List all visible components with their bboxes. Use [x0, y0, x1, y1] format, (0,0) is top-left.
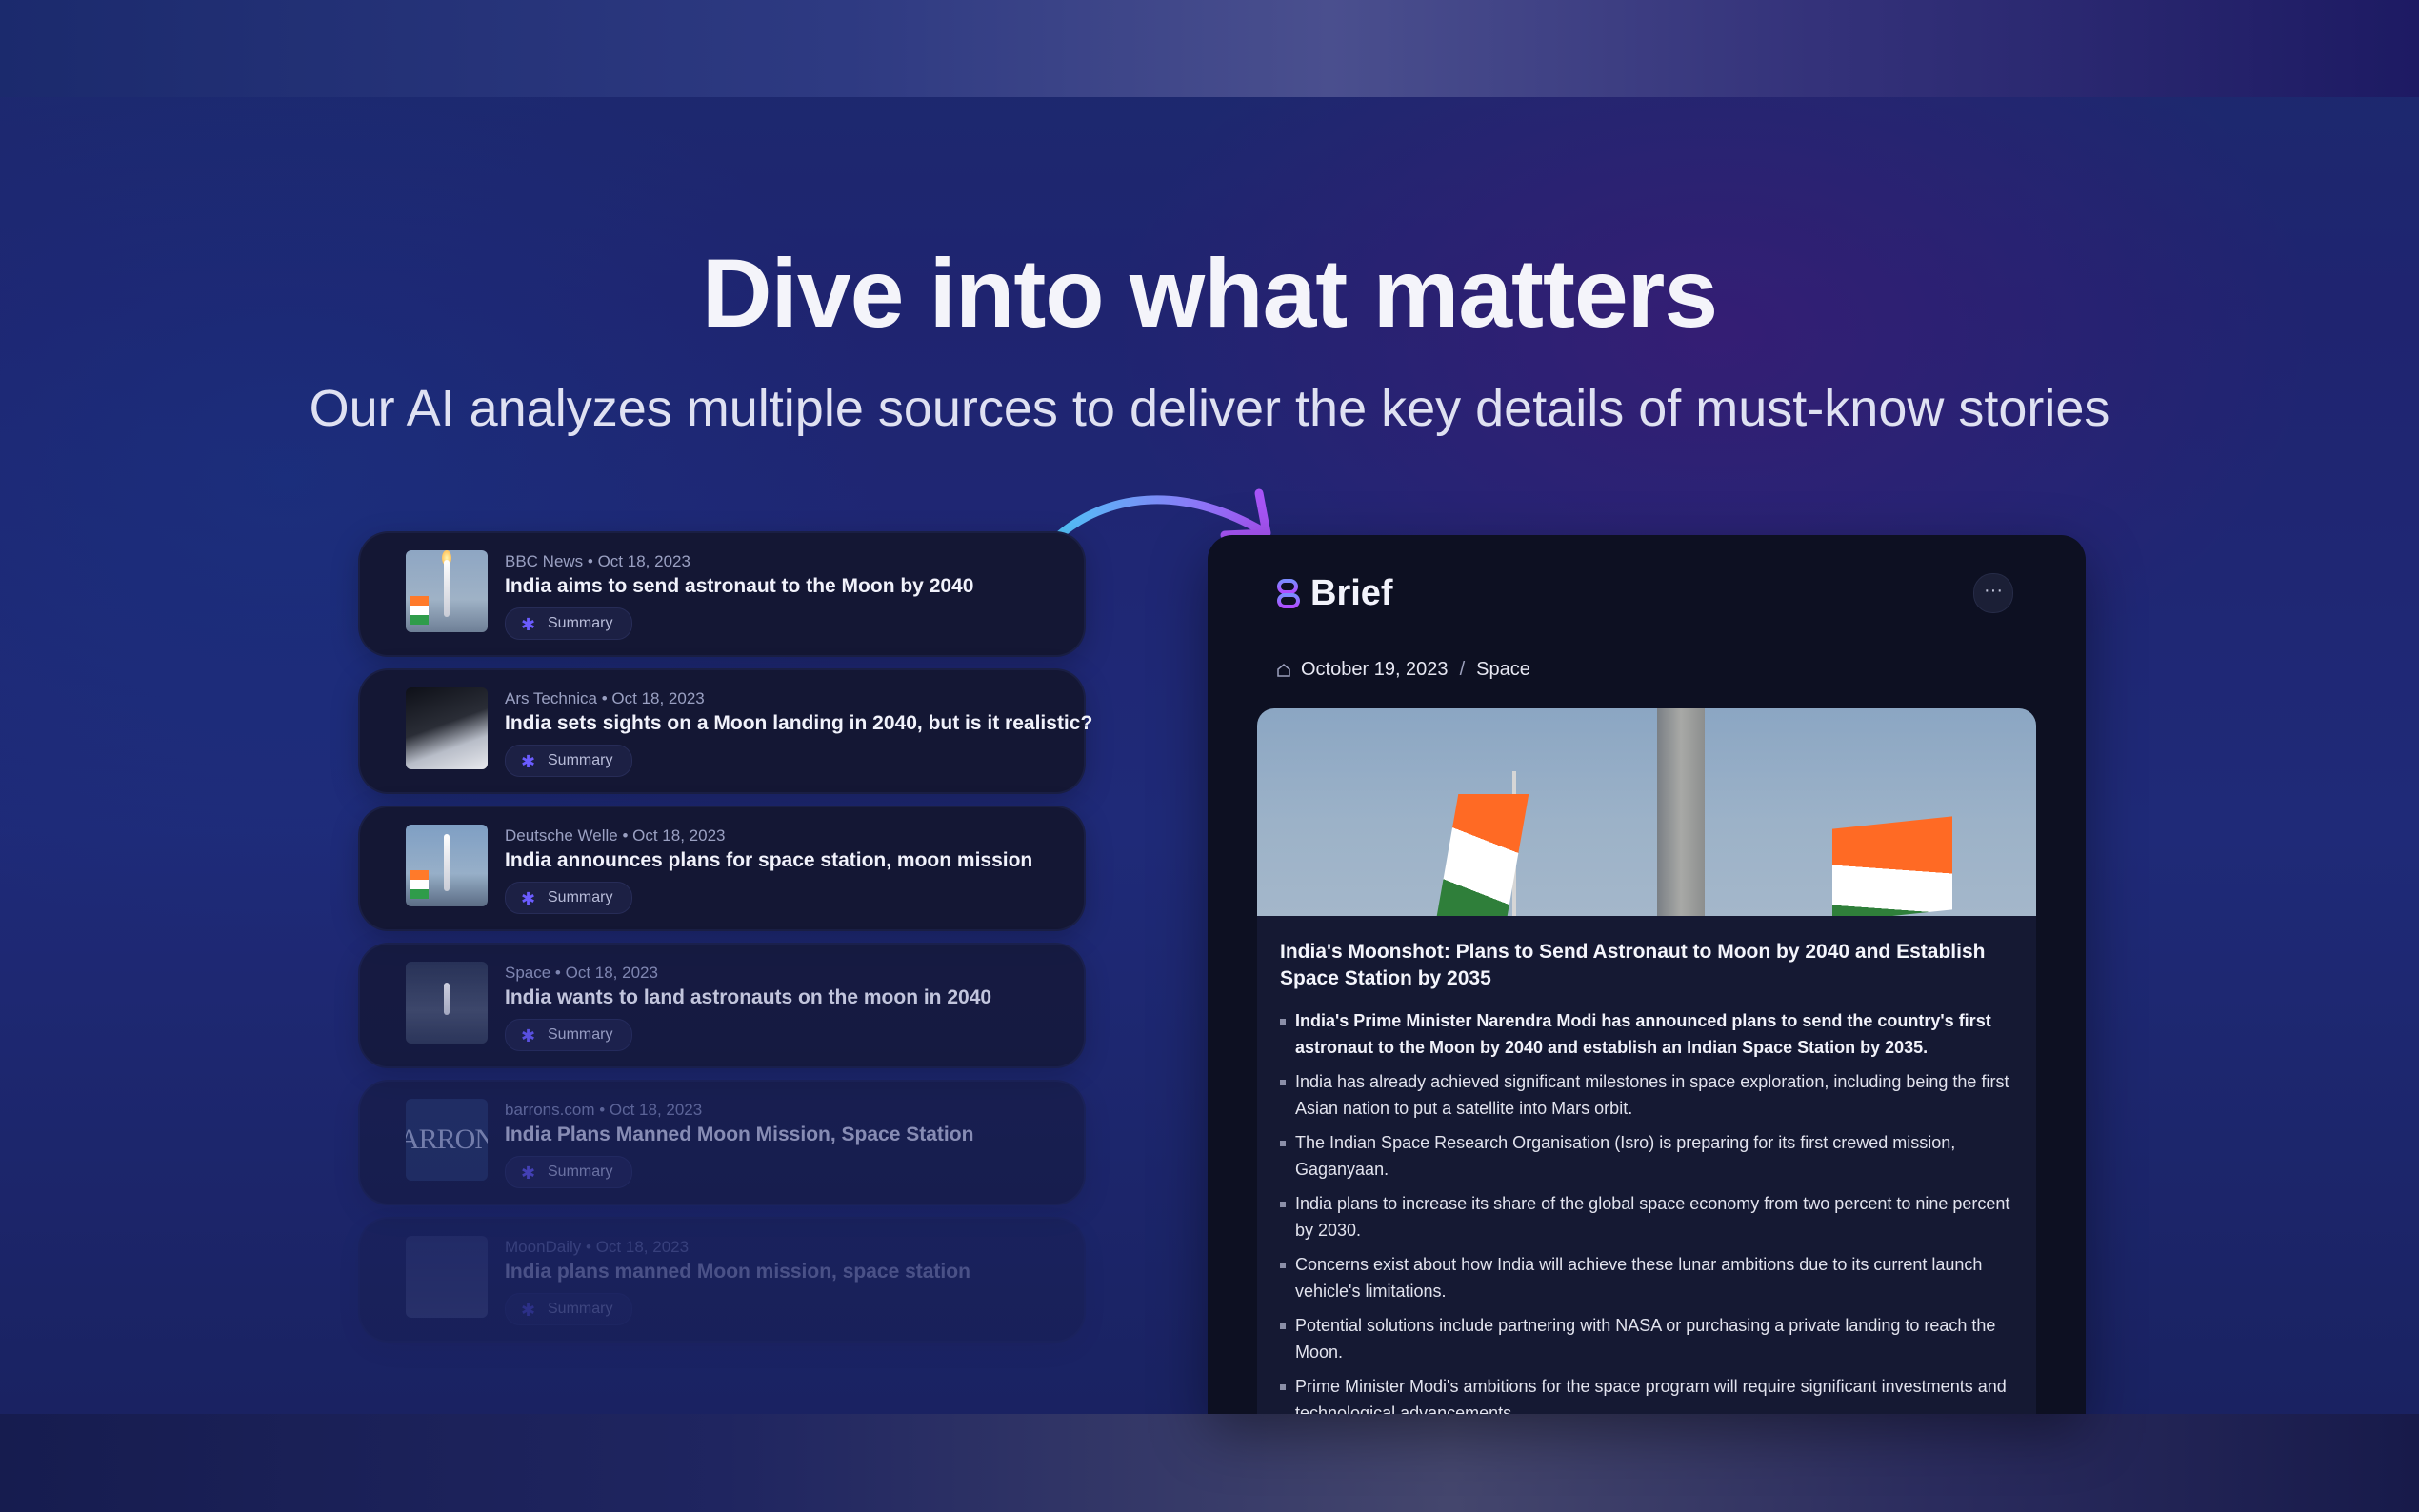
key-point: India has already achieved significant m…: [1280, 1068, 2013, 1122]
key-point: The Indian Space Research Organisation (…: [1280, 1129, 2013, 1183]
breadcrumb-date[interactable]: October 19, 2023: [1301, 659, 1449, 681]
sparkle-icon: ✱: [521, 1164, 536, 1183]
news-card[interactable]: Space • Oct 18, 2023 India wants to land…: [360, 945, 1084, 1066]
barrons-logo-thumbnail: ARRON: [406, 1099, 488, 1181]
news-source-date: BBC News • Oct 18, 2023: [505, 552, 690, 570]
key-point: India plans to increase its share of the…: [1280, 1190, 2013, 1243]
news-source-date: Space • Oct 18, 2023: [505, 964, 658, 982]
brief-brand: Brief: [1276, 573, 1393, 614]
key-point: Concerns exist about how India will achi…: [1280, 1251, 2013, 1304]
bottom-band: [0, 1414, 2419, 1512]
news-source-date: Deutsche Welle • Oct 18, 2023: [505, 826, 726, 845]
article-headline: India's Moonshot: Plans to Send Astronau…: [1280, 941, 1986, 989]
moon-thumbnail: [406, 1236, 488, 1318]
news-card[interactable]: Deutsche Welle • Oct 18, 2023 India anno…: [360, 807, 1084, 929]
rocket-launch-thumbnail: [406, 550, 488, 632]
rocket-with-flags-thumbnail: [406, 825, 488, 906]
news-card[interactable]: BBC News • Oct 18, 2023 India aims to se…: [360, 533, 1084, 655]
news-title[interactable]: India Plans Manned Moon Mission, Space S…: [505, 1124, 973, 1146]
news-source-date: MoonDaily • Oct 18, 2023: [505, 1238, 690, 1256]
sparkle-icon: ✱: [521, 1301, 536, 1320]
key-point: India's Prime Minister Narendra Modi has…: [1280, 1007, 2013, 1061]
breadcrumb-category[interactable]: Space: [1476, 659, 1530, 681]
breadcrumb-separator: /: [1459, 659, 1466, 680]
news-title[interactable]: India announces plans for space station,…: [505, 849, 1032, 872]
sparkle-icon: ✱: [521, 752, 536, 771]
brief-logo-icon: [1277, 578, 1300, 608]
news-title[interactable]: India wants to land astronauts on the mo…: [505, 986, 991, 1009]
hero-subtitle: Our AI analyzes multiple sources to deli…: [309, 380, 2110, 437]
moon-surface-thumbnail: [406, 687, 488, 769]
hero-title: Dive into what matters: [701, 239, 1718, 348]
summary-button[interactable]: ✱ Summary: [505, 607, 633, 640]
rocket-night-thumbnail: [406, 962, 488, 1044]
news-title[interactable]: India plans manned Moon mission, space s…: [505, 1261, 970, 1283]
key-point: Potential solutions include partnering w…: [1280, 1312, 2013, 1365]
home-icon[interactable]: [1276, 663, 1291, 678]
summary-button[interactable]: ✱ Summary: [505, 745, 633, 777]
news-title[interactable]: India aims to send astronaut to the Moon…: [505, 575, 973, 598]
article-content: India's Moonshot: Plans to Send Astronau…: [1257, 916, 2036, 1414]
breadcrumb: October 19, 2023 / Space: [1276, 659, 1530, 681]
brief-panel: Brief ··· October 19, 2023 / Space India…: [1208, 535, 2086, 1414]
summary-button[interactable]: ✱ Summary: [505, 1156, 633, 1188]
sparkle-icon: ✱: [521, 1026, 536, 1045]
brand-name: Brief: [1310, 573, 1393, 613]
summary-button[interactable]: ✱ Summary: [505, 1019, 633, 1051]
news-feed: BBC News • Oct 18, 2023 India aims to se…: [360, 533, 1092, 1356]
top-band: [0, 0, 2419, 97]
sparkle-icon: ✱: [521, 615, 536, 634]
key-point: Prime Minister Modi's ambitions for the …: [1280, 1373, 2013, 1414]
key-points-list: India's Prime Minister Narendra Modi has…: [1280, 1007, 2013, 1414]
news-card[interactable]: ARRON barrons.com • Oct 18, 2023 India P…: [360, 1082, 1084, 1204]
more-options-button[interactable]: ···: [1973, 573, 2013, 613]
summary-button[interactable]: ✱ Summary: [505, 1293, 633, 1325]
sparkle-icon: ✱: [521, 889, 536, 908]
news-card[interactable]: MoonDaily • Oct 18, 2023 India plans man…: [360, 1219, 1084, 1341]
news-source-date: barrons.com • Oct 18, 2023: [505, 1101, 703, 1119]
news-title[interactable]: India sets sights on a Moon landing in 2…: [505, 712, 1092, 735]
summary-button[interactable]: ✱ Summary: [505, 882, 633, 914]
article-hero-image: [1257, 708, 2036, 916]
news-source-date: Ars Technica • Oct 18, 2023: [505, 689, 705, 707]
news-card[interactable]: Ars Technica • Oct 18, 2023 India sets s…: [360, 670, 1092, 792]
